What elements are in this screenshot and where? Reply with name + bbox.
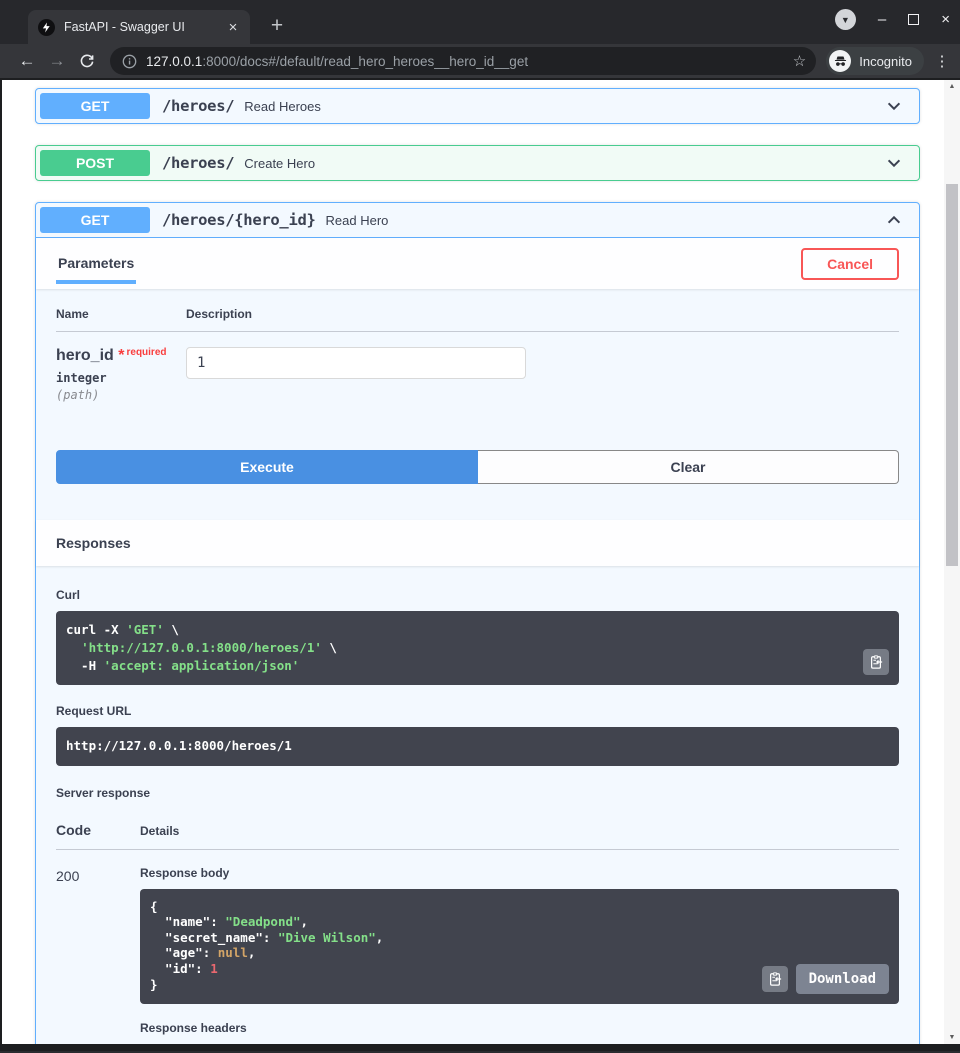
cancel-button[interactable]: Cancel [801, 248, 899, 280]
swagger-page: GET /heroes/ Read Heroes POST /heroes/ C… [2, 80, 944, 1044]
tab-title: FastAPI - Swagger UI [64, 20, 185, 34]
browser-menu-icon[interactable]: ⋮ [932, 52, 952, 70]
curl-command-block: curl -X 'GET' \ 'http://127.0.0.1:8000/h… [56, 611, 899, 686]
parameter-type: integer [56, 371, 107, 385]
request-url-block: http://127.0.0.1:8000/heroes/1 [56, 727, 899, 766]
url-host: 127.0.0.1 [146, 53, 203, 69]
copy-curl-button[interactable] [863, 649, 889, 676]
execute-row: Execute Clear [36, 412, 919, 504]
execute-button[interactable]: Execute [56, 450, 478, 484]
scrollbar-thumb[interactable] [946, 184, 958, 566]
browser-tab[interactable]: FastAPI - Swagger UI × [28, 10, 250, 44]
response-body-block: { "name": "Deadpond", "secret_name": "Di… [140, 888, 899, 1005]
code-column-header: Code [56, 821, 91, 838]
forward-button[interactable]: → [44, 51, 70, 71]
chevron-up-icon[interactable] [885, 211, 903, 229]
fastapi-favicon-icon [38, 18, 55, 36]
server-response-label: Server response [56, 785, 151, 800]
url-text[interactable]: 127.0.0.1:8000/docs#/default/read_hero_h… [146, 54, 785, 69]
op-summary-text: Read Hero [325, 212, 389, 228]
parameter-row-hero-id: hero_id * required integer (path) [56, 332, 899, 402]
parameter-location: (path) [56, 388, 100, 402]
server-response-row: 200 Response body { "name": "Deadpond", … [56, 850, 899, 1045]
details-column-header: Details [140, 823, 180, 838]
parameters-table: Name Description hero_id * required integ… [36, 289, 919, 412]
scroll-down-icon[interactable]: ▼ [944, 1031, 960, 1044]
scroll-up-icon[interactable]: ▲ [944, 80, 960, 93]
bookmark-star-icon[interactable]: ☆ [793, 52, 806, 70]
op-path: /heroes/ [162, 97, 235, 115]
server-response-table-header: Code Details [56, 812, 899, 850]
tab-parameters[interactable]: Parameters [56, 253, 137, 284]
url-path: :8000/docs#/default/read_hero_heroes__he… [202, 53, 529, 69]
method-badge-get: GET [40, 207, 150, 233]
opblock-post-heroes: POST /heroes/ Create Hero [35, 145, 920, 181]
required-label: required [126, 347, 167, 358]
opblock-summary-get-hero-by-id[interactable]: GET /heroes/{hero_id} Read Hero [36, 203, 919, 238]
chevron-down-icon[interactable] [885, 154, 903, 172]
incognito-badge: Incognito [826, 47, 924, 75]
incognito-label: Incognito [859, 53, 912, 69]
op-summary-text: Read Heroes [244, 98, 321, 114]
url-bar[interactable]: 127.0.0.1:8000/docs#/default/read_hero_h… [110, 47, 817, 75]
required-asterisk: * [118, 347, 125, 364]
method-badge-post: POST [40, 150, 150, 176]
chevron-down-icon[interactable] [885, 97, 903, 115]
page-scrollbar[interactable]: ▲ ▼ [944, 80, 960, 1044]
browser-titlebar: FastAPI - Swagger UI × + ▼ – × [0, 0, 960, 44]
hero-id-input[interactable] [186, 347, 526, 379]
close-window-button[interactable]: × [941, 12, 950, 27]
opblock-get-heroes: GET /heroes/ Read Heroes [35, 88, 920, 124]
op-path: /heroes/{hero_id} [162, 211, 316, 229]
opblock-summary-post-heroes[interactable]: POST /heroes/ Create Hero [36, 146, 919, 180]
browser-update-icon[interactable]: ▼ [834, 9, 856, 30]
new-tab-button[interactable]: + [264, 14, 290, 38]
curl-label: Curl [56, 588, 80, 602]
clear-button[interactable]: Clear [478, 450, 899, 484]
browser-toolbar: ← → 127.0.0.1:8000/docs#/default/read_he… [0, 44, 960, 78]
opblock-summary-get-heroes[interactable]: GET /heroes/ Read Heroes [36, 89, 919, 123]
parameters-header: Parameters Cancel [36, 238, 919, 289]
tab-close-icon[interactable]: × [224, 19, 242, 36]
download-button[interactable]: Download [795, 964, 889, 995]
copy-response-button[interactable] [761, 966, 788, 993]
op-path: /heroes/ [162, 154, 235, 172]
maximize-button[interactable] [908, 14, 920, 25]
name-column-header: Name [56, 307, 89, 321]
minimize-button[interactable]: – [878, 12, 886, 27]
back-button[interactable]: ← [14, 51, 40, 71]
parameter-name: hero_id * required [56, 347, 167, 364]
site-info-icon[interactable] [122, 54, 137, 69]
opblock-get-hero-by-id: GET /heroes/{hero_id} Read Hero Paramete… [35, 202, 920, 1044]
description-column-header: Description [186, 307, 253, 321]
response-headers-label: Response headers [140, 1021, 247, 1036]
status-code: 200 [56, 867, 80, 884]
response-body-label: Response body [140, 865, 230, 880]
responses-section-header: Responses [36, 520, 919, 566]
method-badge-get: GET [40, 93, 150, 119]
op-summary-text: Create Hero [244, 155, 316, 171]
request-url-label: Request URL [56, 704, 132, 719]
reload-button[interactable] [74, 53, 100, 69]
incognito-icon [829, 50, 852, 72]
